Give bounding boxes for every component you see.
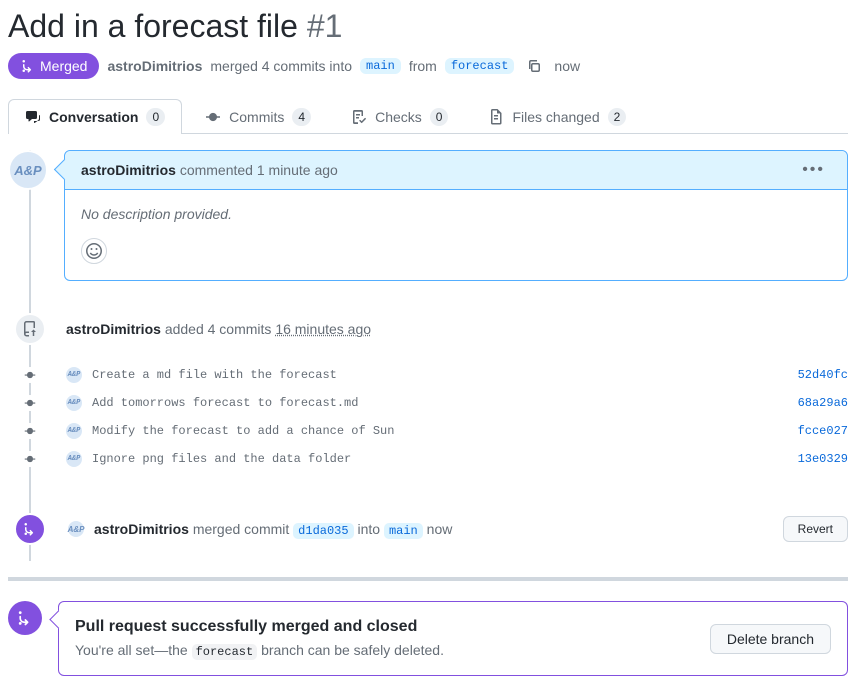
delete-branch-button[interactable]: Delete branch	[710, 624, 831, 654]
merge-icon	[20, 58, 36, 74]
tab-commits-count: 4	[292, 108, 311, 126]
tab-files-count: 2	[608, 108, 627, 126]
page-title-row: Add in a forecast file #1	[8, 8, 848, 45]
git-commit-icon	[205, 109, 221, 125]
merged-success-text: Pull request successfully merged and clo…	[75, 618, 444, 659]
tab-conversation-label: Conversation	[49, 109, 138, 125]
timeline: A&P astroDimitrios commented 1 minute ag…	[8, 150, 848, 561]
event-action: added 4 commits	[165, 321, 272, 337]
avatar[interactable]: A&P	[66, 367, 82, 383]
commit-row: A&PIgnore png files and the data folder …	[8, 445, 848, 473]
revert-button[interactable]: Revert	[783, 516, 848, 542]
merged-success-box: Pull request successfully merged and clo…	[58, 601, 848, 676]
commit-message[interactable]: Add tomorrows forecast to forecast.md	[92, 396, 358, 410]
tab-conversation[interactable]: Conversation 0	[8, 99, 182, 134]
merge-author[interactable]: astroDimitrios	[94, 521, 189, 537]
into-label: into	[357, 521, 380, 537]
merge-icon	[16, 609, 34, 627]
commit-row: A&P Add tomorrows forecast to forecast.md…	[8, 389, 848, 417]
source-branch[interactable]: forecast	[445, 58, 515, 74]
avatar[interactable]: A&P	[8, 150, 48, 190]
from-label: from	[409, 58, 437, 74]
merge-icon	[22, 521, 38, 537]
merge-target-branch[interactable]: main	[384, 523, 423, 539]
comment-action: commented	[180, 162, 253, 178]
tab-commits-label: Commits	[229, 109, 284, 125]
merged-success-subtext: You're all set—the forecast branch can b…	[75, 642, 444, 659]
comment-description: No description provided.	[81, 206, 831, 222]
copy-branch-button[interactable]	[522, 56, 546, 76]
avatar[interactable]: A&P	[66, 423, 82, 439]
success-text-before: You're all set—the	[75, 642, 188, 658]
avatar[interactable]: A&P	[66, 451, 82, 467]
commit-dot-icon	[22, 423, 38, 439]
success-text-after: branch can be safely deleted.	[261, 642, 444, 658]
commit-sha[interactable]: fcce027	[798, 424, 848, 438]
merge-event-badge	[14, 513, 46, 545]
target-branch[interactable]: main	[360, 58, 401, 74]
tab-files-label: Files changed	[512, 109, 599, 125]
tab-checks-label: Checks	[375, 109, 422, 125]
merged-success-title: Pull request successfully merged and clo…	[75, 618, 444, 636]
pr-title-text: Add in a forecast file	[8, 8, 298, 44]
pr-title: Add in a forecast file #1	[8, 8, 342, 44]
commit-dot-icon	[22, 395, 38, 411]
section-divider	[8, 577, 848, 581]
comment-author[interactable]: astroDimitrios	[81, 162, 176, 178]
commit-sha[interactable]: 13e0329	[798, 452, 848, 466]
comment-time[interactable]: 1 minute ago	[257, 162, 338, 178]
added-commits-event: astroDimitrios added 4 commits 16 minute…	[8, 305, 848, 353]
merge-time: now	[427, 521, 453, 537]
merge-action: merged commit	[193, 521, 289, 537]
commit-dot-icon	[22, 367, 38, 383]
merge-commit-sha[interactable]: d1da035	[293, 523, 353, 539]
pr-meta-row: Merged astroDimitrios merged 4 commits i…	[8, 53, 848, 79]
tab-nav: Conversation 0 Commits 4 Checks 0 Files …	[8, 99, 848, 134]
merge-summary: merged 4 commits into	[210, 58, 352, 74]
file-diff-icon	[488, 109, 504, 125]
smiley-icon	[86, 243, 102, 259]
repo-push-badge	[14, 313, 46, 345]
commit-message[interactable]: Create a md file with the forecast	[92, 368, 337, 382]
commit-sha[interactable]: 52d40fc	[798, 368, 848, 382]
comment-kebab-menu[interactable]: •••	[796, 161, 831, 179]
merge-event: A&P astroDimitrios merged commit d1da035…	[8, 497, 848, 561]
timeline-comment-row: A&P astroDimitrios commented 1 minute ag…	[8, 150, 848, 305]
commit-message[interactable]: Modify the forecast to add a chance of S…	[92, 424, 394, 438]
added-commits-text: astroDimitrios added 4 commits 16 minute…	[66, 321, 371, 337]
merge-event-text: astroDimitrios merged commit d1da035 int…	[94, 521, 452, 538]
commits-group: A&P Create a md file with the forecast 52…	[8, 353, 848, 497]
avatar[interactable]: A&P	[66, 519, 86, 539]
add-reaction-button[interactable]	[81, 238, 107, 264]
event-author[interactable]: astroDimitrios	[66, 321, 161, 337]
pr-number: #1	[307, 8, 343, 44]
merged-success-badge	[8, 601, 42, 635]
event-time[interactable]: 16 minutes ago	[275, 321, 371, 337]
copy-icon	[526, 58, 542, 74]
merged-success-row: Pull request successfully merged and clo…	[8, 601, 848, 676]
repo-push-icon	[22, 321, 38, 337]
tab-checks[interactable]: Checks 0	[334, 99, 465, 134]
tab-files[interactable]: Files changed 2	[471, 99, 643, 134]
comment-box: astroDimitrios commented 1 minute ago ••…	[64, 150, 848, 281]
commit-message[interactable]: Ignore png files and the data folder	[92, 452, 351, 466]
commit-row: A&P Modify the forecast to add a chance o…	[8, 417, 848, 445]
avatar[interactable]: A&P	[66, 395, 82, 411]
tab-checks-count: 0	[430, 108, 449, 126]
comment-header: astroDimitrios commented 1 minute ago ••…	[65, 151, 847, 190]
pr-author[interactable]: astroDimitrios	[107, 58, 202, 74]
commit-dot-icon	[22, 451, 38, 467]
comment-discussion-icon	[25, 109, 41, 125]
merged-time: now	[554, 58, 580, 74]
merged-badge: Merged	[8, 53, 99, 79]
merged-badge-label: Merged	[40, 58, 87, 74]
comment-body: No description provided.	[65, 190, 847, 280]
commit-row: A&P Create a md file with the forecast 52…	[8, 361, 848, 389]
commit-sha[interactable]: 68a29a6	[798, 396, 848, 410]
tab-conversation-count: 0	[146, 108, 165, 126]
checklist-icon	[351, 109, 367, 125]
success-branch: forecast	[192, 644, 258, 660]
tab-commits[interactable]: Commits 4	[188, 99, 328, 134]
comment-header-text: astroDimitrios commented 1 minute ago	[81, 162, 338, 178]
